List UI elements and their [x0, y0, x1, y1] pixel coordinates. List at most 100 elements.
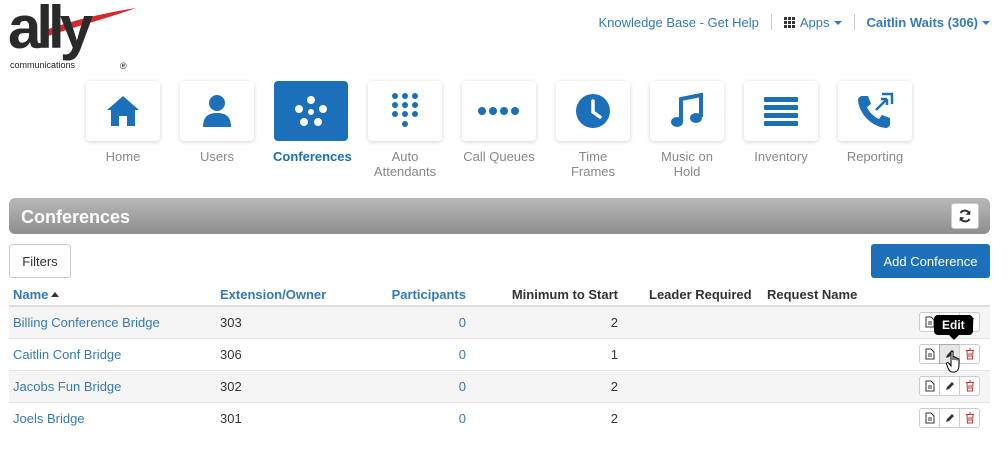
- table-header-row: Name Extension/Owner Participants Minimu…: [9, 284, 990, 307]
- conference-name-link[interactable]: Billing Conference Bridge: [9, 305, 216, 338]
- leader-cell: [622, 305, 763, 338]
- top-navigation: Knowledge Base - Get Help Apps Caitlin W…: [598, 14, 990, 30]
- tile-label: Auto Attendants: [373, 149, 437, 179]
- request-name-cell: [763, 337, 893, 370]
- page-title: Conferences: [21, 207, 131, 227]
- edit-button[interactable]: [939, 376, 960, 396]
- document-icon: [925, 412, 934, 424]
- tile-label: Reporting: [846, 149, 904, 164]
- music-note-icon: [671, 93, 703, 127]
- pencil-icon: [946, 413, 954, 422]
- filters-button[interactable]: Filters: [9, 244, 71, 278]
- column-header-request-name: Request Name: [763, 284, 893, 307]
- extension-cell: 303: [216, 305, 346, 338]
- sort-ascending-icon: [51, 292, 60, 297]
- participants-link[interactable]: 0: [346, 305, 470, 338]
- queue-dots-icon: [478, 107, 519, 115]
- table-row: Jacobs Fun Bridge 302 0 2: [9, 369, 990, 402]
- add-conference-button[interactable]: Add Conference: [871, 244, 990, 278]
- ally-logo[interactable]: ally communications ®: [8, 0, 138, 74]
- details-button[interactable]: [919, 408, 940, 429]
- phone-arrows-icon: [858, 92, 894, 128]
- column-header-participants[interactable]: Participants: [346, 284, 470, 307]
- leader-cell: [622, 369, 763, 402]
- keypad-icon: [392, 93, 418, 127]
- leader-cell: [622, 337, 763, 370]
- minimum-cell: 2: [470, 401, 622, 434]
- tile-music-on-hold[interactable]: Music on Hold: [649, 81, 725, 179]
- request-name-cell: [763, 305, 893, 338]
- logo-registered: ®: [120, 61, 127, 71]
- section-header: Conferences: [9, 198, 990, 234]
- participants-link[interactable]: 0: [346, 401, 470, 434]
- tile-home[interactable]: Home: [85, 81, 161, 179]
- participants-link[interactable]: 0: [346, 337, 470, 370]
- delete-button[interactable]: [959, 408, 980, 429]
- request-name-cell: [763, 401, 893, 434]
- tile-conferences[interactable]: Conferences: [273, 81, 352, 179]
- hand-cursor-icon: [946, 350, 960, 373]
- minimum-cell: 2: [470, 369, 622, 402]
- conferences-table: Name Extension/Owner Participants Minimu…: [9, 284, 990, 434]
- column-header-actions: [893, 284, 990, 307]
- participants-link[interactable]: 0: [346, 369, 470, 402]
- row-actions: [893, 369, 990, 402]
- document-icon: [925, 348, 934, 360]
- conference-icon: [295, 96, 327, 126]
- conference-name-link[interactable]: Jacobs Fun Bridge: [9, 369, 216, 402]
- extension-cell: 306: [216, 337, 346, 370]
- document-icon: [925, 316, 934, 328]
- column-header-minimum: Minimum to Start: [470, 284, 622, 307]
- list-icon: [764, 97, 798, 126]
- user-menu[interactable]: Caitlin Waits (306): [867, 15, 990, 30]
- tile-auto-attendants[interactable]: Auto Attendants: [367, 81, 443, 179]
- conference-name-link[interactable]: Joels Bridge: [9, 401, 216, 434]
- home-icon: [107, 96, 139, 126]
- tile-label: Music on Hold: [660, 149, 714, 179]
- refresh-icon: [959, 209, 971, 223]
- user-icon: [203, 95, 231, 127]
- conference-name-link[interactable]: Caitlin Conf Bridge: [9, 337, 216, 370]
- minimum-cell: 1: [470, 337, 622, 370]
- delete-button[interactable]: [959, 376, 980, 396]
- row-actions: [893, 337, 990, 370]
- trash-icon: [965, 380, 974, 392]
- column-header-extension[interactable]: Extension/Owner: [216, 284, 346, 307]
- trash-icon: [965, 412, 974, 424]
- tile-call-queues[interactable]: Call Queues: [461, 81, 537, 179]
- tile-users[interactable]: Users: [179, 81, 255, 179]
- leader-cell: [622, 401, 763, 434]
- pencil-icon: [946, 381, 954, 390]
- tile-reporting[interactable]: Reporting: [837, 81, 913, 179]
- knowledge-base-link[interactable]: Knowledge Base - Get Help: [598, 15, 758, 30]
- tile-label: Home: [105, 149, 141, 164]
- extension-cell: 301: [216, 401, 346, 434]
- details-button[interactable]: [919, 376, 940, 396]
- nav-divider: [770, 14, 772, 30]
- column-header-name[interactable]: Name: [9, 284, 216, 307]
- table-row: Billing Conference Bridge 303 0 2: [9, 305, 990, 338]
- logo-subtitle: communications: [10, 60, 76, 70]
- apps-menu[interactable]: Apps: [783, 14, 842, 30]
- request-name-cell: [763, 369, 893, 402]
- refresh-button[interactable]: [951, 203, 979, 229]
- tile-label: Inventory: [754, 149, 808, 164]
- apps-label: Apps: [799, 14, 830, 30]
- grid-icon: [783, 16, 796, 28]
- module-tiles: Home Users Conferences Auto Attendants C…: [85, 81, 931, 179]
- document-icon: [925, 380, 934, 392]
- clock-icon: [576, 94, 610, 128]
- edit-button[interactable]: [939, 408, 960, 429]
- details-button[interactable]: [919, 344, 940, 364]
- column-header-leader: Leader Required: [622, 284, 763, 307]
- minimum-cell: 2: [470, 305, 622, 338]
- user-name: Caitlin Waits (306): [866, 14, 978, 30]
- table-row: Joels Bridge 301 0 2: [9, 401, 990, 434]
- table-row: Caitlin Conf Bridge 306 0 1: [9, 337, 990, 370]
- tile-inventory[interactable]: Inventory: [743, 81, 819, 179]
- extension-cell: 302: [216, 369, 346, 402]
- row-actions: [893, 401, 990, 434]
- tile-time-frames[interactable]: Time Frames: [555, 81, 631, 179]
- tile-label: Time Frames: [570, 149, 616, 179]
- tile-label: Conferences: [273, 149, 352, 164]
